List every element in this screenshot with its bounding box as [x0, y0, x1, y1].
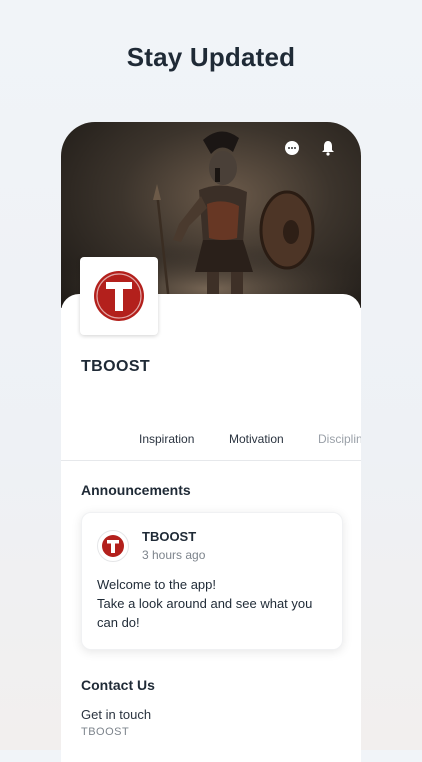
post-author: TBOOST [142, 529, 197, 544]
tboost-logo-icon [102, 535, 124, 557]
avatar [97, 530, 129, 562]
post-timestamp: 3 hours ago [142, 548, 206, 562]
tboost-logo-icon [94, 271, 144, 321]
brand-logo [80, 257, 158, 335]
tab-motivation[interactable]: Motivation [229, 432, 284, 446]
bell-icon[interactable] [320, 140, 342, 162]
contact-title: Contact Us [81, 677, 155, 693]
contact-link[interactable]: Get in touch [81, 707, 151, 722]
tab-inspiration[interactable]: Inspiration [139, 432, 194, 446]
chat-bubble-icon[interactable] [284, 140, 306, 162]
brand-name: TBOOST [81, 358, 151, 375]
headline: Stay Updated [126, 42, 296, 72]
contact-subtitle: TBOOST [81, 726, 130, 738]
phone-screen: TBOOST Inspiration Motivation Disciplin … [61, 122, 361, 762]
announcements-title: Announcements [81, 482, 191, 498]
tab-discipline[interactable]: Disciplin [318, 432, 361, 446]
category-tabs: Inspiration Motivation Disciplin [61, 428, 361, 461]
announcement-post[interactable]: TBOOST 3 hours ago Welcome to the app! T… [81, 512, 343, 650]
post-body: Welcome to the app! Take a look around a… [97, 577, 313, 630]
